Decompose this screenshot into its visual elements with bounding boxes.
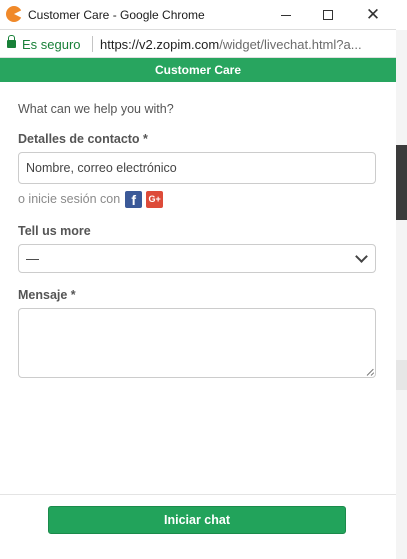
title-bar[interactable]: Customer Care - Google Chrome ✕ <box>0 0 396 30</box>
maximize-icon <box>323 10 333 20</box>
close-button[interactable]: ✕ <box>353 2 393 28</box>
background-page <box>396 30 407 559</box>
google-plus-icon[interactable]: G+ <box>146 190 164 208</box>
form-footer: Iniciar chat <box>0 494 396 559</box>
background-block <box>396 360 407 390</box>
address-bar[interactable]: Es seguro https://v2.zopim.com/widget/li… <box>0 30 396 58</box>
minimize-icon <box>281 14 291 16</box>
url-path: /widget/livechat.html?a... <box>219 37 362 52</box>
background-photo <box>396 145 407 220</box>
help-prompt: What can we help you with? <box>18 102 174 116</box>
facebook-icon[interactable]: f <box>125 190 143 208</box>
resize-grip-icon[interactable] <box>367 369 374 376</box>
contact-details-input[interactable] <box>18 152 376 184</box>
minimize-button[interactable] <box>266 2 306 28</box>
message-label: Mensaje * <box>18 288 76 302</box>
app-icon <box>6 6 22 22</box>
tell-us-more-select[interactable]: — <box>18 244 376 273</box>
chevron-down-icon <box>355 250 368 263</box>
tell-us-more-label: Tell us more <box>18 224 91 238</box>
social-login-text: o inicie sesión con <box>18 192 121 206</box>
widget-header: Customer Care <box>0 58 396 82</box>
contact-details-label: Detalles de contacto * <box>18 132 148 146</box>
secure-label[interactable]: Es seguro <box>22 37 81 52</box>
url-text[interactable]: https://v2.zopim.com/widget/livechat.htm… <box>100 37 392 52</box>
lock-icon <box>7 35 16 48</box>
social-login-row: o inicie sesión con f G+ <box>18 190 164 208</box>
screen: Customer Care - Google Chrome ✕ Es segur… <box>0 0 407 559</box>
chat-popup-window: Customer Care - Google Chrome ✕ Es segur… <box>0 0 396 559</box>
address-separator <box>92 36 93 52</box>
url-host: https://v2.zopim.com <box>100 37 220 52</box>
chat-form: What can we help you with? Detalles de c… <box>0 82 396 494</box>
select-value: — <box>26 251 39 266</box>
message-textarea[interactable] <box>18 308 376 378</box>
maximize-button[interactable] <box>308 2 348 28</box>
start-chat-button[interactable]: Iniciar chat <box>48 506 346 534</box>
window-title: Customer Care - Google Chrome <box>28 8 205 22</box>
close-icon: ✕ <box>365 5 381 24</box>
